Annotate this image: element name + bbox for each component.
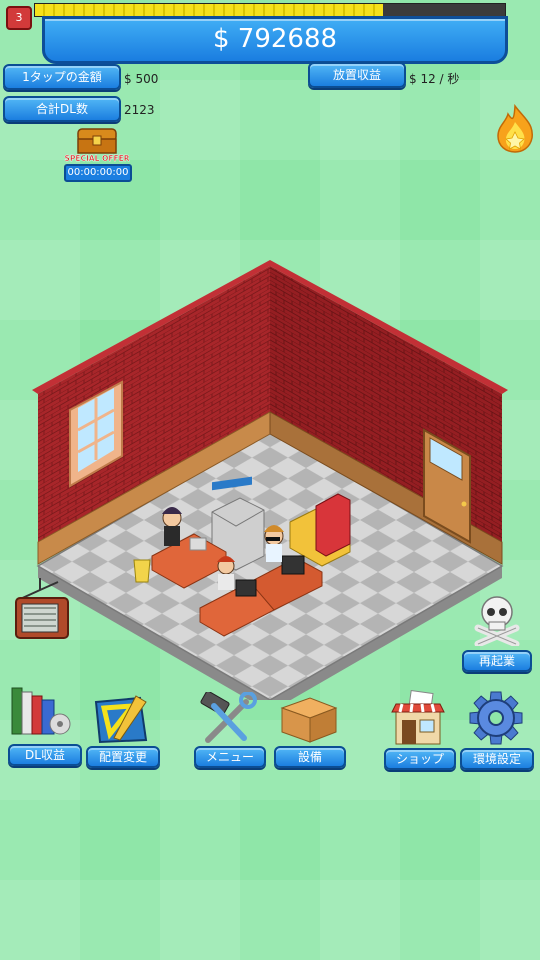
flame-bonus-button[interactable]	[494, 103, 536, 154]
xp-progress-fill	[35, 4, 383, 16]
dl-income-icon-button[interactable]	[10, 686, 74, 738]
gear-icon	[469, 691, 523, 745]
total-dl-value: 2123	[124, 103, 155, 117]
level-badge: 3	[6, 6, 32, 30]
settings-button[interactable]: 環境設定	[460, 748, 534, 770]
drafting-tools-icon	[94, 695, 148, 744]
shop-button[interactable]: ショップ	[384, 748, 456, 770]
special-offer-timer: 00:00:00:00	[64, 164, 132, 182]
tap-amount-value: $ 500	[124, 72, 159, 86]
menu-icon-button[interactable]	[200, 690, 260, 744]
total-dl-button[interactable]: 合計DL数	[3, 96, 121, 122]
skull-crossbones-icon	[474, 596, 520, 648]
shop-icon-button[interactable]	[390, 689, 446, 746]
storefront-icon	[391, 689, 445, 745]
menu-button[interactable]: メニュー	[194, 746, 266, 768]
treasure-chest-icon: SPECIAL OFFER	[64, 128, 130, 163]
flame-star-icon	[497, 103, 533, 153]
dl-income-button[interactable]: DL収益	[8, 744, 82, 766]
idle-income-value: $ 12 / 秒	[409, 72, 460, 86]
tv-icon[interactable]	[14, 596, 72, 644]
equipment-icon-button[interactable]	[278, 694, 340, 744]
idle-income-button[interactable]: 放置収益	[308, 62, 406, 88]
money-display: $ 792688	[42, 16, 508, 64]
layout-icon-button[interactable]	[92, 694, 150, 744]
office-scene-illustration	[15, 260, 508, 712]
restart-icon-button[interactable]	[472, 592, 522, 648]
books-discs-icon	[11, 687, 71, 735]
tap-amount-button[interactable]: 1タップの金額	[3, 64, 121, 90]
cardboard-box-icon	[280, 697, 338, 743]
settings-icon-button[interactable]	[468, 690, 524, 746]
layout-change-button[interactable]: 配置変更	[86, 746, 160, 768]
restart-button[interactable]: 再起業	[462, 650, 532, 672]
equipment-button[interactable]: 設備	[274, 746, 346, 768]
special-offer-label: SPECIAL OFFER	[64, 154, 129, 163]
xp-progress-bar	[34, 3, 506, 17]
office-room[interactable]	[0, 260, 540, 712]
hammer-wrench-icon	[200, 690, 257, 743]
special-offer-button[interactable]: SPECIAL OFFER	[64, 126, 130, 164]
